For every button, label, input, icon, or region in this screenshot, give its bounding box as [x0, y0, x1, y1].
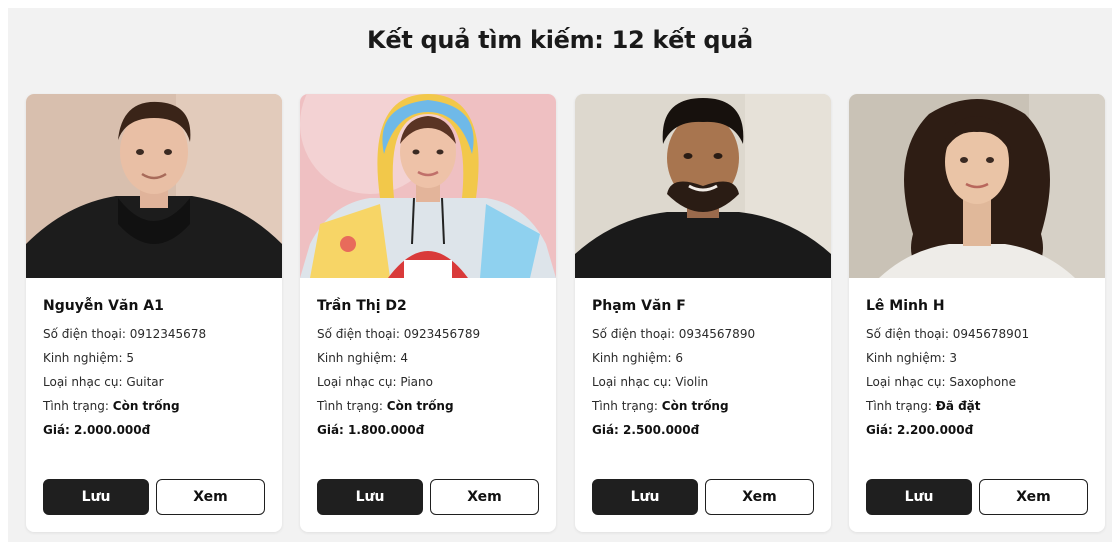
experience-label: Kinh nghiệm:: [317, 351, 401, 365]
view-button[interactable]: Xem: [705, 479, 814, 515]
musician-card: Trần Thị D2 Số điện thoại: 0923456789 Ki…: [300, 94, 556, 532]
experience-value: 6: [675, 351, 683, 365]
price-label: Giá:: [43, 423, 75, 437]
musician-photo: [300, 94, 556, 278]
phone-line: Số điện thoại: 0945678901: [866, 322, 1096, 346]
phone-label: Số điện thoại:: [43, 327, 130, 341]
phone-label: Số điện thoại:: [317, 327, 404, 341]
experience-label: Kinh nghiệm:: [866, 351, 950, 365]
instrument-value: Piano: [400, 375, 433, 389]
price-value: 2.200.000đ: [897, 423, 974, 437]
instrument-line: Loại nhạc cụ: Guitar: [43, 370, 273, 394]
phone-value: 0912345678: [129, 327, 207, 341]
status-value: Còn trống: [112, 399, 180, 413]
price-value: 2.000.000đ: [74, 423, 151, 437]
experience-line: Kinh nghiệm: 4: [317, 346, 547, 370]
save-button[interactable]: Lưu: [317, 479, 423, 515]
experience-line: Kinh nghiệm: 6: [592, 346, 822, 370]
status-line: Tình trạng: Còn trống: [43, 394, 273, 418]
price-label: Giá:: [866, 423, 898, 437]
instrument-label: Loại nhạc cụ:: [592, 375, 676, 389]
musician-name: Phạm Văn F: [592, 298, 686, 314]
status-value: Còn trống: [386, 399, 454, 413]
musician-info: Lê Minh H Số điện thoại: 0945678901 Kinh…: [866, 296, 1096, 442]
price-label: Giá:: [592, 423, 624, 437]
status-line: Tình trạng: Còn trống: [592, 394, 822, 418]
experience-line: Kinh nghiệm: 3: [866, 346, 1096, 370]
price-line: Giá: 1.800.000đ: [317, 418, 547, 442]
instrument-label: Loại nhạc cụ:: [43, 375, 127, 389]
price-line: Giá: 2.200.000đ: [866, 418, 1096, 442]
instrument-line: Loại nhạc cụ: Saxophone: [866, 370, 1096, 394]
experience-value: 4: [400, 351, 408, 365]
status-value: Đã đặt: [935, 399, 981, 413]
price-value: 1.800.000đ: [348, 423, 425, 437]
instrument-line: Loại nhạc cụ: Violin: [592, 370, 822, 394]
status-label: Tình trạng:: [592, 399, 662, 413]
experience-value: 3: [949, 351, 957, 365]
status-label: Tình trạng:: [866, 399, 936, 413]
price-line: Giá: 2.500.000đ: [592, 418, 822, 442]
musician-card: Phạm Văn F Số điện thoại: 0934567890 Kin…: [575, 94, 831, 532]
phone-value: 0934567890: [678, 327, 756, 341]
instrument-label: Loại nhạc cụ:: [866, 375, 950, 389]
status-line: Tình trạng: Còn trống: [317, 394, 547, 418]
phone-value: 0923456789: [403, 327, 481, 341]
experience-label: Kinh nghiệm:: [43, 351, 127, 365]
musician-photo: [849, 94, 1105, 278]
musician-card: Lê Minh H Số điện thoại: 0945678901 Kinh…: [849, 94, 1105, 532]
price-value: 2.500.000đ: [623, 423, 700, 437]
instrument-value: Guitar: [126, 375, 164, 389]
musician-info: Nguyễn Văn A1 Số điện thoại: 0912345678 …: [43, 296, 273, 442]
phone-label: Số điện thoại:: [866, 327, 953, 341]
musician-photo: [575, 94, 831, 278]
phone-line: Số điện thoại: 0934567890: [592, 322, 822, 346]
status-label: Tình trạng:: [43, 399, 113, 413]
save-button[interactable]: Lưu: [43, 479, 149, 515]
instrument-value: Saxophone: [949, 375, 1016, 389]
musician-info: Trần Thị D2 Số điện thoại: 0923456789 Ki…: [317, 296, 547, 442]
status-label: Tình trạng:: [317, 399, 387, 413]
musician-name: Lê Minh H: [866, 298, 945, 314]
search-results-panel: Kết quả tìm kiếm: 12 kết quả Nguyễn Văn …: [8, 8, 1112, 542]
instrument-label: Loại nhạc cụ:: [317, 375, 401, 389]
price-line: Giá: 2.000.000đ: [43, 418, 273, 442]
musician-card: Nguyễn Văn A1 Số điện thoại: 0912345678 …: [26, 94, 282, 532]
results-grid: Nguyễn Văn A1 Số điện thoại: 0912345678 …: [26, 94, 1105, 540]
instrument-line: Loại nhạc cụ: Piano: [317, 370, 547, 394]
experience-label: Kinh nghiệm:: [592, 351, 676, 365]
status-value: Còn trống: [661, 399, 729, 413]
view-button[interactable]: Xem: [430, 479, 539, 515]
price-label: Giá:: [317, 423, 349, 437]
save-button[interactable]: Lưu: [592, 479, 698, 515]
musician-name: Nguyễn Văn A1: [43, 298, 164, 314]
phone-value: 0945678901: [952, 327, 1030, 341]
instrument-value: Violin: [675, 375, 709, 389]
status-line: Tình trạng: Đã đặt: [866, 394, 1096, 418]
page-title: Kết quả tìm kiếm: 12 kết quả: [367, 26, 753, 54]
experience-value: 5: [126, 351, 134, 365]
phone-label: Số điện thoại:: [592, 327, 679, 341]
view-button[interactable]: Xem: [156, 479, 265, 515]
save-button[interactable]: Lưu: [866, 479, 972, 515]
musician-photo: [26, 94, 282, 278]
phone-line: Số điện thoại: 0912345678: [43, 322, 273, 346]
experience-line: Kinh nghiệm: 5: [43, 346, 273, 370]
musician-name: Trần Thị D2: [317, 298, 407, 314]
musician-info: Phạm Văn F Số điện thoại: 0934567890 Kin…: [592, 296, 822, 442]
view-button[interactable]: Xem: [979, 479, 1088, 515]
phone-line: Số điện thoại: 0923456789: [317, 322, 547, 346]
